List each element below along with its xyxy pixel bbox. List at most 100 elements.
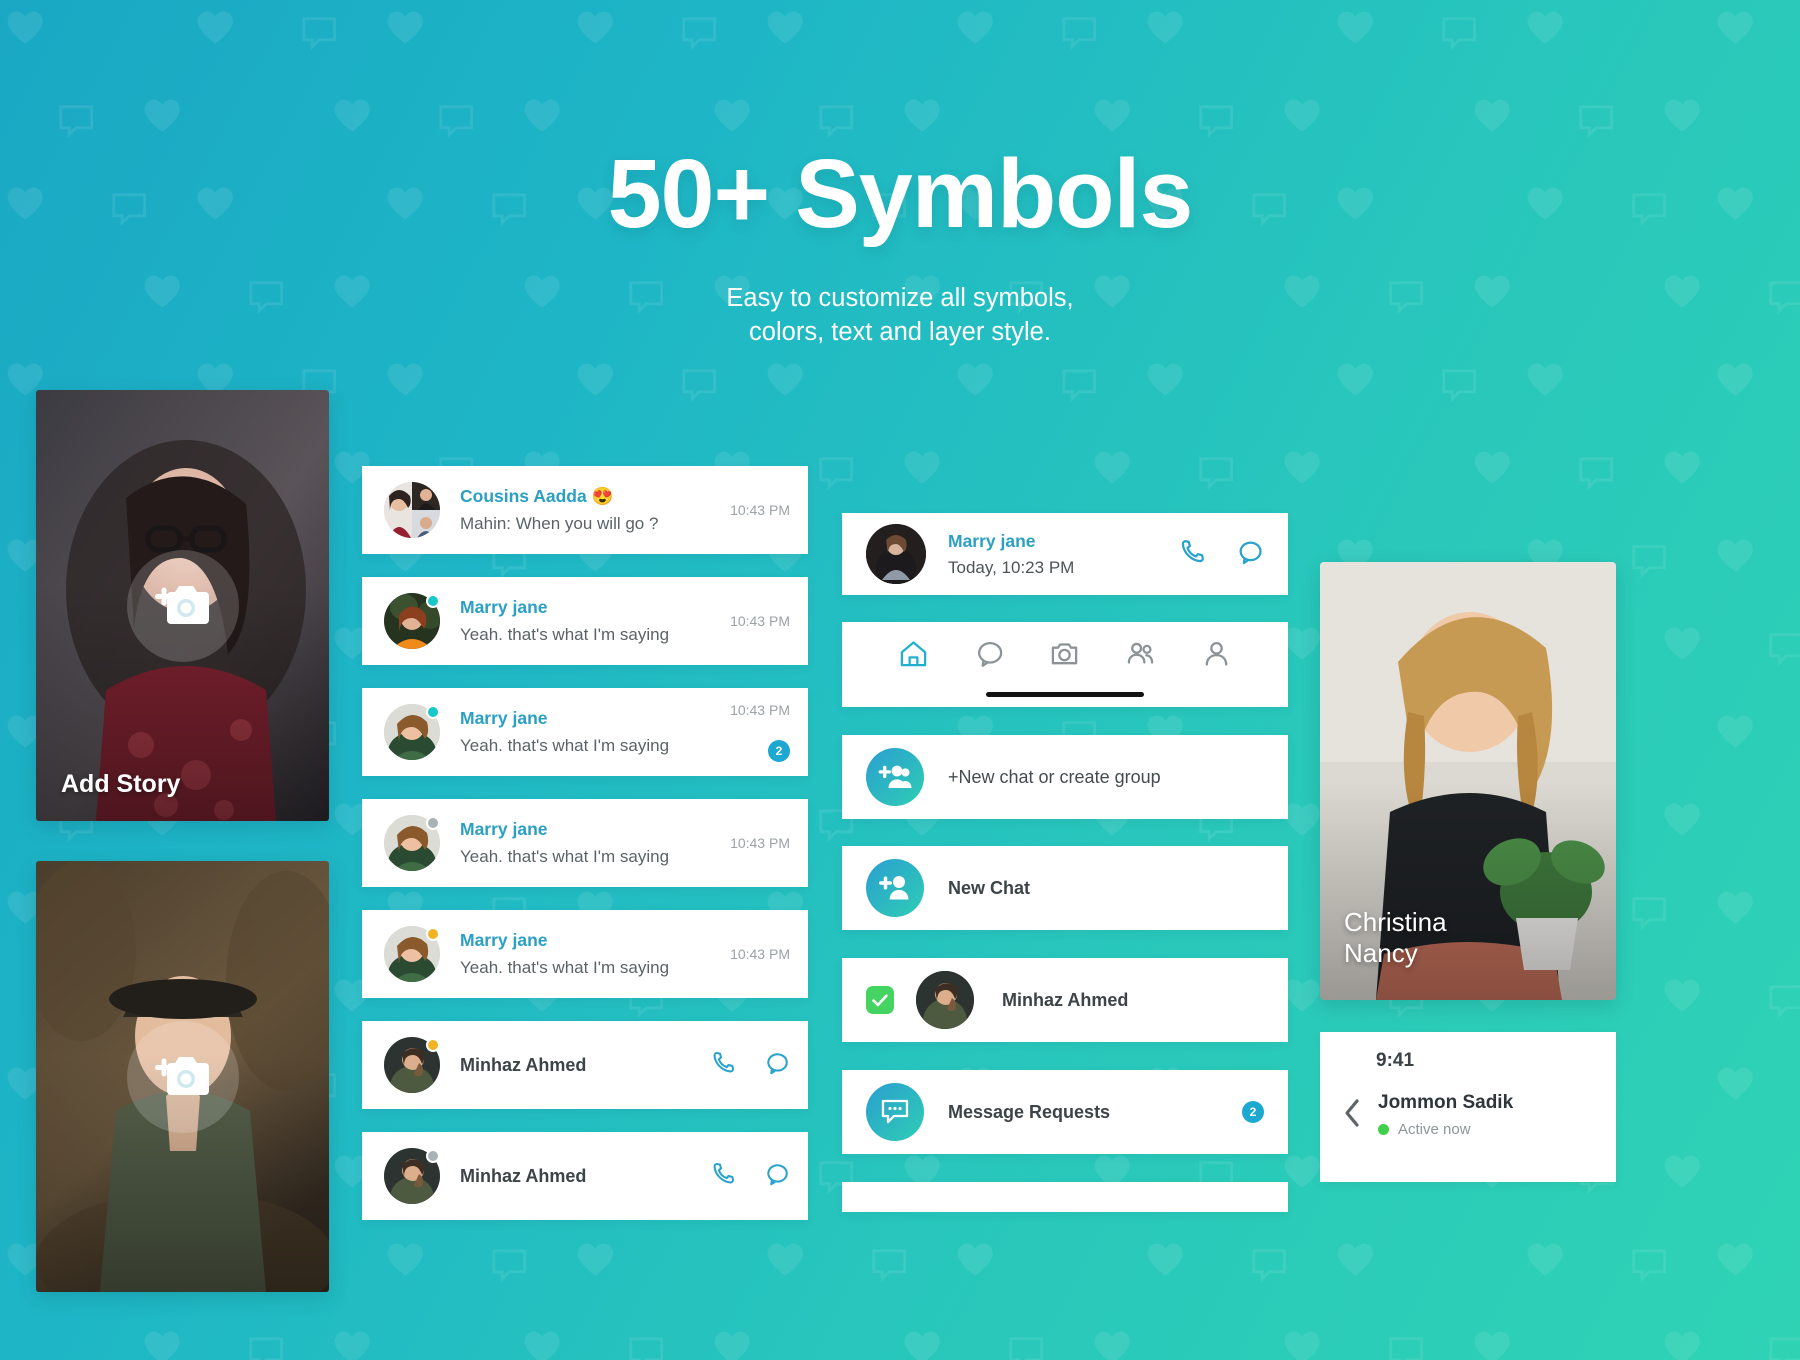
avatar (916, 971, 974, 1029)
chat-name: Marry jane (460, 819, 548, 839)
story-card-secondary[interactable] (36, 861, 329, 1292)
chat-list-item[interactable]: Marry jane Yeah. that's what I'm saying 10… (362, 577, 808, 665)
chat-bubble-icon[interactable] (1236, 538, 1264, 571)
add-person-icon (866, 859, 924, 917)
chat-timestamp: 10:43 PM (730, 613, 790, 629)
contact-actions (710, 1161, 790, 1192)
page-subtitle-line-2: colors, text and layer style. (749, 317, 1051, 346)
avatar-wrap (384, 593, 440, 649)
nav-chat-bubble-icon[interactable] (974, 638, 1005, 674)
action-label: +New chat or create group (948, 766, 1161, 787)
presence-dot-icon (426, 1149, 440, 1163)
presence-dot-icon (426, 594, 440, 608)
chat-bubble-icon[interactable] (764, 1050, 790, 1081)
avatar-wrap (384, 704, 440, 760)
chat-preview: Yeah. that's what I'm saying (460, 847, 670, 866)
contact-actions (710, 1050, 790, 1081)
chat-meta: 10:43 PM 2 (730, 688, 790, 776)
chat-meta: 10:43 PM (730, 466, 790, 554)
avatar-wrap (384, 1148, 440, 1204)
page-subtitle-line-1: Easy to customize all symbols, (726, 284, 1074, 312)
status-contact-row[interactable]: Jommon Sadik Active now (1342, 1092, 1594, 1138)
bottom-nav-card (842, 622, 1288, 707)
action-new-chat[interactable]: New Chat (842, 846, 1288, 930)
avatar (866, 524, 926, 584)
chat-bubble-icon[interactable] (764, 1161, 790, 1192)
chat-list-item[interactable]: Marry jane Yeah. that's what I'm saying 10… (362, 799, 808, 887)
chat-meta: 10:43 PM (730, 799, 790, 887)
page-subtitle: Easy to customize all symbols, colors, t… (0, 282, 1800, 349)
phone-icon[interactable] (1178, 538, 1206, 571)
add-photo-icon[interactable] (126, 549, 239, 662)
chat-timestamp: 10:43 PM (730, 702, 790, 718)
action-new-chat-or-group[interactable]: +New chat or create group (842, 735, 1288, 819)
page-header: 50+ Symbols Easy to customize all symbol… (0, 0, 1800, 349)
chat-text: Cousins Aadda 😍 Mahin: When you will go ? (460, 486, 730, 534)
contact-name: Minhaz Ahmed (460, 1165, 587, 1186)
presence-dot-icon (426, 705, 440, 719)
status-active-row: Active now (1378, 1121, 1513, 1138)
badge-count: 2 (768, 740, 790, 762)
action-label: Message Requests (948, 1101, 1111, 1122)
chat-list-item[interactable]: Cousins Aadda 😍 Mahin: When you will go ?… (362, 466, 808, 554)
chat-text: Marry jane Yeah. that's what I'm saying (460, 708, 730, 756)
chat-list-item[interactable]: Minhaz Ahmed (362, 1021, 808, 1109)
conversation-actions (1178, 538, 1264, 571)
chat-name: Marry jane (460, 597, 548, 617)
action-card-partial[interactable] (842, 1182, 1288, 1212)
profile-name: Christina Nancy (1344, 907, 1447, 970)
nav-camera-icon[interactable] (1049, 638, 1080, 674)
chat-list-item[interactable]: Marry jane Yeah. that's what I'm saying 10… (362, 688, 808, 776)
chat-name: Marry jane (460, 708, 548, 728)
status-active-text: Active now (1398, 1121, 1471, 1138)
add-photo-icon[interactable] (126, 1020, 239, 1133)
story-label: Add Story (61, 770, 181, 798)
chat-text: Marry jane Yeah. that's what I'm saying (460, 819, 730, 867)
chat-text: Minhaz Ahmed (460, 1166, 710, 1187)
home-indicator (986, 692, 1144, 697)
chat-list-item[interactable]: Marry jane Yeah. that's what I'm saying 10… (362, 910, 808, 998)
avatar-wrap (384, 926, 440, 982)
action-label: New Chat (948, 877, 1031, 898)
page-title: 50+ Symbols (607, 139, 1194, 248)
chat-preview: Yeah. that's what I'm saying (460, 625, 670, 644)
nav-people-icon[interactable] (1125, 638, 1156, 674)
profile-name-line-1: Christina (1344, 906, 1447, 937)
nav-home-icon[interactable] (898, 638, 929, 674)
status-contact-text: Jommon Sadik Active now (1378, 1092, 1513, 1138)
action-contact-minhaz-ahmed[interactable]: Minhaz Ahmed (842, 958, 1288, 1042)
add-group-icon (866, 748, 924, 806)
avatar (384, 482, 440, 538)
contact-name: Minhaz Ahmed (460, 1054, 587, 1075)
chat-timestamp: 10:43 PM (730, 946, 790, 962)
chat-timestamp: 10:43 PM (730, 502, 790, 518)
conversation-header-card[interactable]: Marry jane Today, 10:23 PM (842, 513, 1288, 595)
chat-list: Cousins Aadda 😍 Mahin: When you will go ?… (362, 466, 808, 1243)
presence-dot-icon (426, 927, 440, 941)
phone-icon[interactable] (710, 1161, 736, 1192)
presence-dot-icon (426, 1038, 440, 1052)
chevron-left-icon[interactable] (1342, 1098, 1362, 1133)
avatar-wrap (384, 1037, 440, 1093)
status-contact-name: Jommon Sadik (1378, 1092, 1514, 1113)
status-bar-card: 9:41 Jommon Sadik Active now (1320, 1032, 1616, 1182)
avatar-wrap (384, 815, 440, 871)
status-clock: 9:41 (1376, 1050, 1415, 1071)
badge-count: 2 (1242, 1101, 1264, 1123)
presence-dot-icon (426, 816, 440, 830)
story-card-add-story[interactable]: Add Story (36, 390, 329, 821)
chat-meta: 10:43 PM (730, 910, 790, 998)
chat-text: Minhaz Ahmed (460, 1055, 710, 1076)
online-dot-icon (1378, 1124, 1389, 1135)
nav-person-icon[interactable] (1201, 638, 1232, 674)
action-message-requests[interactable]: Message Requests 2 (842, 1070, 1288, 1154)
chat-preview: Yeah. that's what I'm saying (460, 958, 670, 977)
chat-name: Marry jane (460, 930, 548, 950)
chat-list-item[interactable]: Minhaz Ahmed (362, 1132, 808, 1220)
profile-card-christina-nancy[interactable]: Christina Nancy (1320, 562, 1616, 1000)
chat-meta: 10:43 PM (730, 577, 790, 665)
phone-icon[interactable] (710, 1050, 736, 1081)
conversation-time: Today, 10:23 PM (948, 557, 1075, 577)
chat-name: Cousins Aadda 😍 (460, 486, 614, 506)
checkbox-checked-icon[interactable] (866, 986, 894, 1014)
